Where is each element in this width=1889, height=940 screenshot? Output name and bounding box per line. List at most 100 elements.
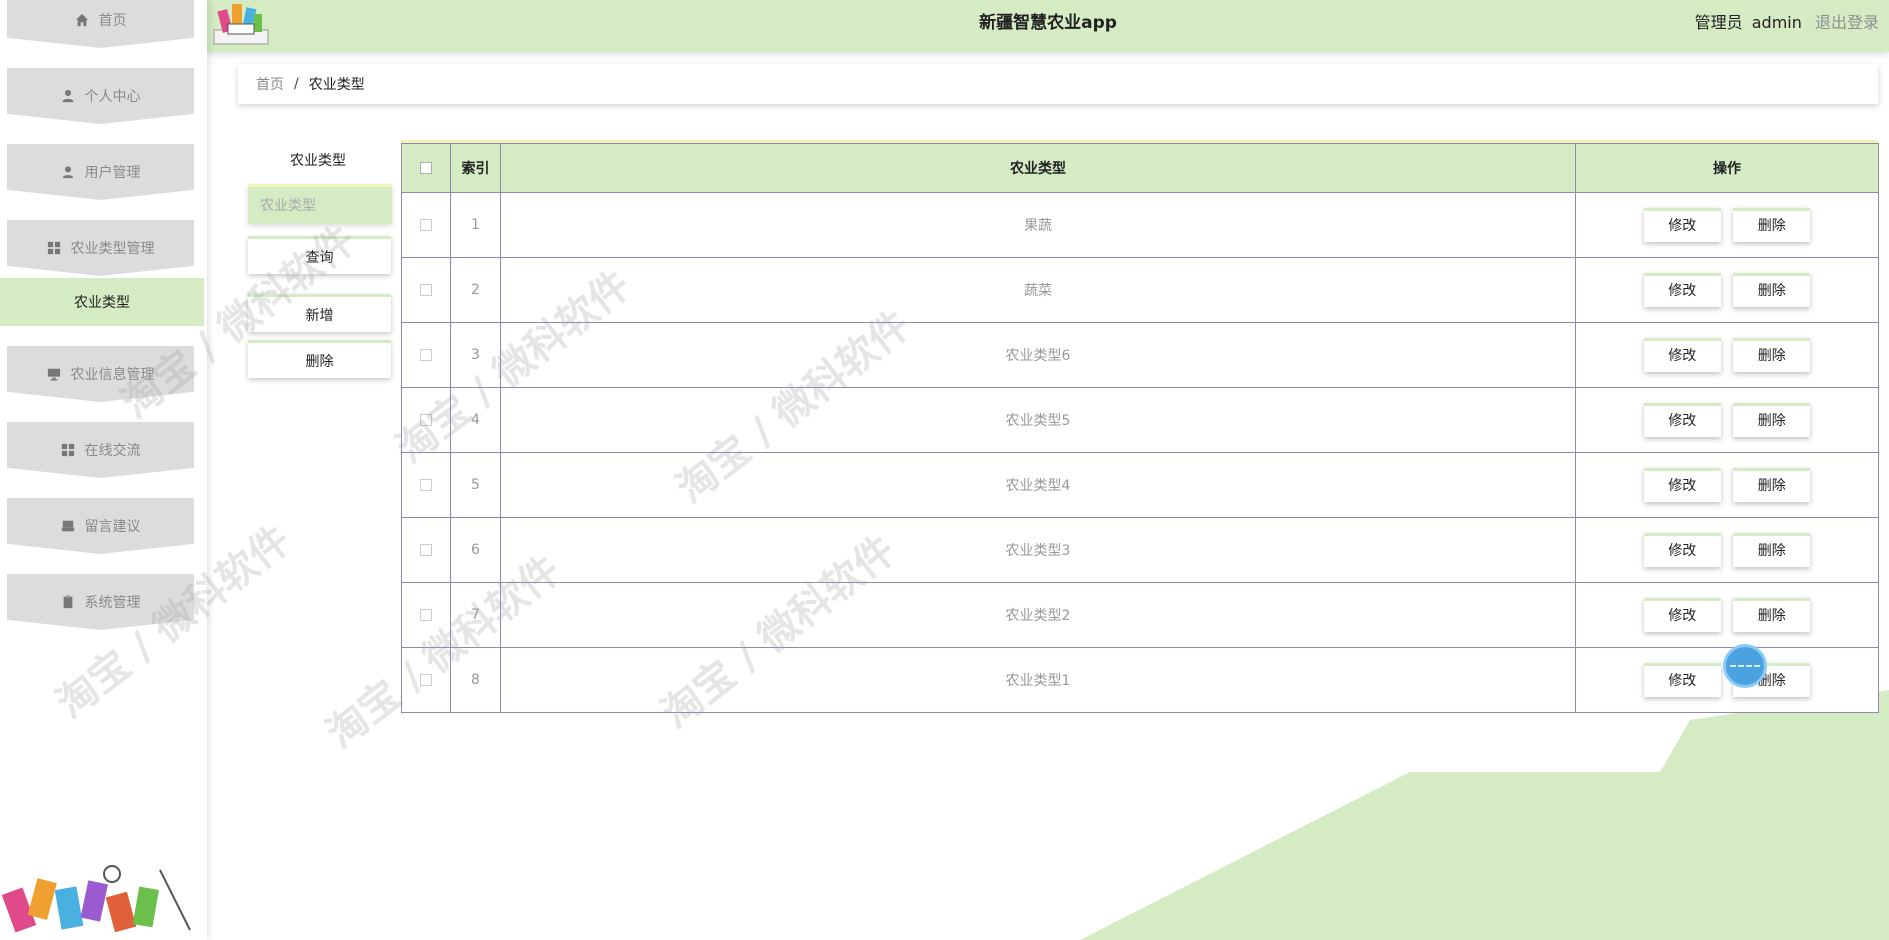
row-actions: 修改 删除 (1575, 582, 1879, 648)
edit-button[interactable]: 修改 (1643, 663, 1721, 697)
grid-icon (47, 241, 61, 255)
row-index: 4 (450, 387, 501, 453)
row-checkbox[interactable] (420, 414, 432, 426)
edit-button[interactable]: 修改 (1643, 533, 1721, 567)
row-actions: 修改 删除 (1575, 322, 1879, 388)
breadcrumb-separator: / (294, 76, 299, 92)
delete-button[interactable]: 删除 (1733, 338, 1811, 372)
add-button[interactable]: 新增 (248, 294, 391, 332)
row-index: 3 (450, 322, 501, 388)
delete-button[interactable]: 删除 (1733, 273, 1811, 307)
monitor-icon (47, 367, 61, 381)
user-icon (61, 165, 75, 179)
edit-button[interactable]: 修改 (1643, 468, 1721, 502)
sidebar-item-label: 农业信息管理 (70, 367, 155, 383)
row-actions: 修改 删除 (1575, 452, 1879, 518)
column-header-actions: 操作 (1575, 143, 1879, 193)
row-select-cell (401, 257, 451, 323)
table-row: 6 农业类型3 修改 删除 (401, 517, 1879, 583)
sidebar: 首页 个人中心 用户管理 农业类型管理 农业类型 农业信息管理 在线交流 留言建… (0, 0, 207, 940)
row-actions: 修改 删除 (1575, 257, 1879, 323)
row-actions: 修改 删除 (1575, 517, 1879, 583)
sidebar-item-feedback[interactable]: 留言建议 (7, 498, 194, 554)
select-all-cell (401, 143, 451, 193)
edit-button[interactable]: 修改 (1643, 273, 1721, 307)
row-index: 5 (450, 452, 501, 518)
user-name: admin (1751, 13, 1802, 32)
row-select-cell (401, 452, 451, 518)
table-row: 8 农业类型1 修改 删除 (401, 647, 1879, 713)
row-select-cell (401, 647, 451, 713)
row-actions: 修改 删除 (1575, 387, 1879, 453)
sidebar-item-agri-info-management[interactable]: 农业信息管理 (7, 346, 194, 402)
sidebar-item-online-chat[interactable]: 在线交流 (7, 422, 194, 478)
clipboard-icon (61, 595, 75, 609)
row-index: 6 (450, 517, 501, 583)
breadcrumb: 首页 / 农业类型 (238, 64, 1878, 104)
row-select-cell (401, 517, 451, 583)
row-checkbox[interactable] (420, 479, 432, 491)
row-checkbox[interactable] (420, 219, 432, 231)
sidebar-item-label: 用户管理 (84, 165, 141, 181)
batch-delete-button[interactable]: 删除 (248, 340, 391, 378)
person-icon (61, 89, 75, 103)
sidebar-item-agri-type-management[interactable]: 农业类型管理 (7, 220, 194, 276)
sidebar-item-label: 农业类型管理 (70, 241, 155, 257)
delete-button[interactable]: 删除 (1733, 403, 1811, 437)
row-select-cell (401, 192, 451, 258)
row-actions: 修改 删除 (1575, 192, 1879, 258)
delete-button[interactable]: 删除 (1733, 533, 1811, 567)
table-row: 4 农业类型5 修改 删除 (401, 387, 1879, 453)
row-index: 7 (450, 582, 501, 648)
sidebar-item-label: 首页 (98, 13, 127, 29)
delete-button[interactable]: 删除 (1733, 598, 1811, 632)
row-type: 农业类型2 (500, 582, 1576, 648)
row-index: 8 (450, 647, 501, 713)
table-row: 2 蔬菜 修改 删除 (401, 257, 1879, 323)
select-all-checkbox[interactable] (420, 162, 432, 174)
app-logo (213, 4, 269, 45)
floating-assistant-icon[interactable] (1723, 644, 1767, 688)
sidebar-subitem-agri-type[interactable]: 农业类型 (0, 278, 204, 326)
app-title: 新疆智慧农业app (979, 13, 1117, 33)
search-input[interactable] (248, 184, 392, 224)
row-type: 农业类型3 (500, 517, 1576, 583)
edit-button[interactable]: 修改 (1643, 208, 1721, 242)
sidebar-item-home[interactable]: 首页 (7, 0, 194, 48)
row-checkbox[interactable] (420, 544, 432, 556)
column-header-type: 农业类型 (500, 143, 1576, 193)
breadcrumb-home[interactable]: 首页 (256, 74, 284, 94)
row-checkbox[interactable] (420, 284, 432, 296)
row-index: 1 (450, 192, 501, 258)
edit-button[interactable]: 修改 (1643, 403, 1721, 437)
grid-icon (61, 443, 75, 457)
row-type: 农业类型5 (500, 387, 1576, 453)
edit-button[interactable]: 修改 (1643, 338, 1721, 372)
delete-button[interactable]: 删除 (1733, 208, 1811, 242)
user-area: 管理员 admin 退出登录 (1695, 0, 1879, 46)
row-index: 2 (450, 257, 501, 323)
query-button[interactable]: 查询 (248, 236, 391, 274)
home-icon (75, 13, 89, 27)
sidebar-item-label: 留言建议 (84, 519, 141, 535)
table-row: 1 果蔬 修改 删除 (401, 192, 1879, 258)
row-checkbox[interactable] (420, 349, 432, 361)
search-label: 农业类型 (290, 153, 346, 169)
row-checkbox[interactable] (420, 609, 432, 621)
sidebar-item-personal-center[interactable]: 个人中心 (7, 68, 194, 124)
sidebar-item-system-management[interactable]: 系统管理 (7, 574, 194, 630)
delete-button[interactable]: 删除 (1733, 468, 1811, 502)
logout-link[interactable]: 退出登录 (1815, 13, 1879, 32)
row-select-cell (401, 322, 451, 388)
decorative-illustration (1, 865, 191, 933)
row-select-cell (401, 387, 451, 453)
row-checkbox[interactable] (420, 674, 432, 686)
sidebar-item-label: 个人中心 (84, 89, 141, 105)
edit-button[interactable]: 修改 (1643, 598, 1721, 632)
data-table: 索引 农业类型 操作 1 果蔬 修改 删除 2 蔬菜 修改 删除 3 农业类型6… (401, 140, 1879, 713)
sidebar-item-user-management[interactable]: 用户管理 (7, 144, 194, 200)
inbox-icon (61, 519, 75, 533)
table-row: 7 农业类型2 修改 删除 (401, 582, 1879, 648)
column-header-index: 索引 (450, 143, 501, 193)
row-type: 农业类型4 (500, 452, 1576, 518)
